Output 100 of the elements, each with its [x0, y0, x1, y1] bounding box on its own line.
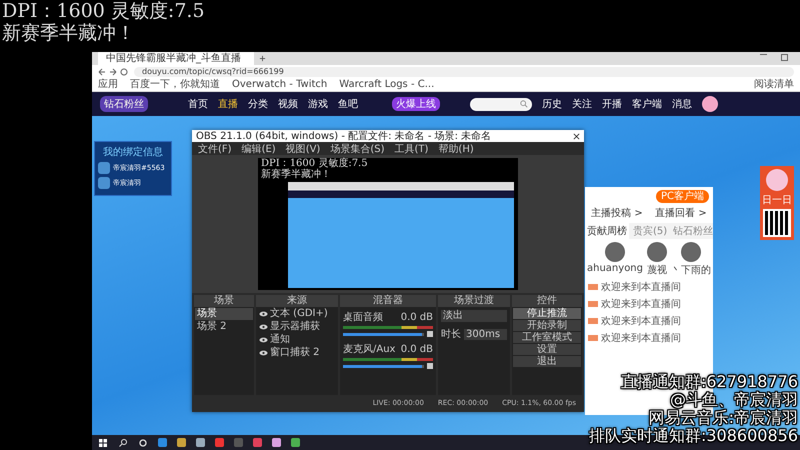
- header-action[interactable]: 客户端: [632, 97, 662, 111]
- windows-start-icon[interactable]: [98, 438, 108, 448]
- chat-message: 欢迎来到本直播间: [601, 280, 681, 294]
- app-icon[interactable]: [272, 438, 281, 447]
- header-action[interactable]: 消息: [672, 97, 692, 111]
- menu-item[interactable]: 编辑(E): [242, 142, 276, 156]
- eye-icon[interactable]: [259, 311, 268, 317]
- window-title: OBS 21.1.0 (64bit, windows) - 配置文件: 未命名 - 场景: 未命名: [196, 130, 492, 143]
- close-icon[interactable]: [573, 132, 580, 140]
- transition-select[interactable]: 淡出: [441, 310, 507, 322]
- control-button[interactable]: 工作室模式: [513, 332, 581, 343]
- menu-item[interactable]: 文件(F): [198, 142, 232, 156]
- panel-link[interactable]: 主播投稿 >: [591, 206, 643, 220]
- app-icon[interactable]: [196, 438, 205, 447]
- bookmark-link[interactable]: 百度一下，你就知道: [130, 78, 220, 90]
- nav-link[interactable]: 首页: [188, 97, 208, 111]
- menu-item[interactable]: 场景集合(S): [330, 142, 384, 156]
- circle-icon[interactable]: [138, 438, 148, 448]
- chat-message: 欢迎来到本直播间: [601, 314, 681, 328]
- chat-message: 欢迎来到本直播间: [601, 298, 681, 311]
- site-logo[interactable]: 钻石粉丝: [100, 96, 148, 112]
- nav-link[interactable]: 直播: [218, 97, 238, 111]
- fan-name: 蔑视: [647, 264, 667, 277]
- db-reading: 0.0 dB: [400, 312, 433, 322]
- header-action[interactable]: 开播: [602, 97, 622, 111]
- panel-link[interactable]: 直播回看 >: [655, 206, 707, 220]
- navigation-arrows-icon[interactable]: [98, 68, 128, 76]
- search-icon: [520, 100, 528, 108]
- bookmark-link[interactable]: 应用: [98, 78, 118, 90]
- header-action[interactable]: 历史: [542, 97, 562, 111]
- source-item[interactable]: 窗口捕获 2: [270, 347, 320, 359]
- promo-badge[interactable]: 火爆上线: [392, 97, 440, 111]
- overlay-text: DPI：1600 灵敏度:7.5: [2, 0, 205, 22]
- game-icon: [98, 177, 110, 189]
- source-item[interactable]: 显示器捕获: [270, 321, 320, 333]
- fan-name: ahuanyong: [587, 263, 643, 274]
- volume-slider[interactable]: [343, 364, 424, 368]
- app-icon[interactable]: [253, 438, 262, 447]
- menu-item[interactable]: 视图(V): [286, 142, 320, 156]
- menu-item[interactable]: 工具(T): [394, 142, 428, 156]
- app-icon[interactable]: [158, 438, 167, 447]
- search-field[interactable]: [470, 98, 532, 110]
- avatar-circle: [605, 242, 625, 262]
- dock-header: 混音器: [340, 295, 436, 307]
- bookmark-link[interactable]: Overwatch - Twitch: [232, 78, 328, 90]
- control-button[interactable]: 停止推流: [513, 308, 581, 319]
- panel-tab[interactable]: 贡献周榜: [585, 223, 629, 239]
- level-badge-icon: [588, 301, 598, 307]
- nav-link[interactable]: 游戏: [308, 97, 328, 111]
- dock-header: 控件: [512, 295, 582, 307]
- dock-header: 来源: [256, 295, 338, 307]
- app-icon[interactable]: [291, 438, 300, 447]
- eye-icon[interactable]: [259, 324, 268, 330]
- level-badge-icon: [588, 318, 598, 324]
- avatar-circle: [766, 169, 788, 191]
- maximize-icon[interactable]: [781, 54, 788, 61]
- source-item[interactable]: 通知: [270, 334, 290, 346]
- scene-item[interactable]: 场景: [195, 308, 253, 320]
- level-badge-icon: [588, 284, 598, 290]
- overlay-text: 新赛季半藏冲！: [260, 169, 332, 180]
- bookmark-link[interactable]: Warcraft Logs - C...: [339, 78, 434, 90]
- nav-link[interactable]: 鱼吧: [338, 97, 358, 111]
- dock-header: 场景过渡: [438, 295, 510, 307]
- duration-label: 时长: [441, 328, 461, 341]
- address-field[interactable]: douyu.com/topic/cwsq?rid=666199: [134, 66, 794, 76]
- search-icon[interactable]: [118, 438, 128, 448]
- duration-field[interactable]: 300ms: [464, 328, 507, 340]
- scene-item[interactable]: 场景 2: [195, 321, 253, 333]
- control-button[interactable]: 开始录制: [513, 320, 581, 331]
- db-reading: 0.0 dB: [400, 344, 433, 354]
- browser-tab[interactable]: 中国先锋霸服半藏冲_斗鱼直播: [98, 52, 254, 65]
- card-title: 我的绑定信息: [102, 146, 164, 159]
- menu-item[interactable]: 帮助(H): [438, 142, 474, 156]
- new-tab-icon[interactable]: [259, 55, 266, 62]
- avatar-circle: [647, 242, 667, 262]
- eye-icon[interactable]: [259, 337, 268, 343]
- avatar-circle: [681, 242, 701, 262]
- source-item[interactable]: 文本 (GDI+): [270, 308, 328, 320]
- control-button[interactable]: 设置: [513, 344, 581, 355]
- header-action[interactable]: 关注: [572, 97, 592, 111]
- fan-name: 丶下雨的: [671, 264, 711, 277]
- ad-banner[interactable]: 日一日: [760, 166, 794, 240]
- nav-link[interactable]: 视频: [278, 97, 298, 111]
- channel-name: 麦克风/Aux: [343, 342, 396, 356]
- ad-label: 日一日: [762, 194, 792, 207]
- control-button[interactable]: 退出: [513, 356, 581, 367]
- overlay-text: DPI：1600 灵敏度:7.5: [260, 158, 369, 169]
- dock-header: 场景: [194, 295, 254, 307]
- overlay-text: 新赛季半藏冲！: [2, 22, 136, 44]
- game-icon: [98, 162, 110, 174]
- volume-slider[interactable]: [343, 332, 424, 336]
- reading-list-link[interactable]: 阅读清单: [754, 78, 794, 90]
- level-badge-icon: [588, 335, 598, 341]
- app-icon[interactable]: [177, 438, 186, 447]
- app-icon[interactable]: [215, 438, 224, 447]
- eye-icon[interactable]: [259, 350, 268, 356]
- channel-name: 桌面音频: [343, 310, 383, 324]
- nav-link[interactable]: 分类: [248, 97, 268, 111]
- chat-message: 欢迎来到本直播间: [601, 332, 681, 345]
- avatar-icon[interactable]: [702, 96, 718, 112]
